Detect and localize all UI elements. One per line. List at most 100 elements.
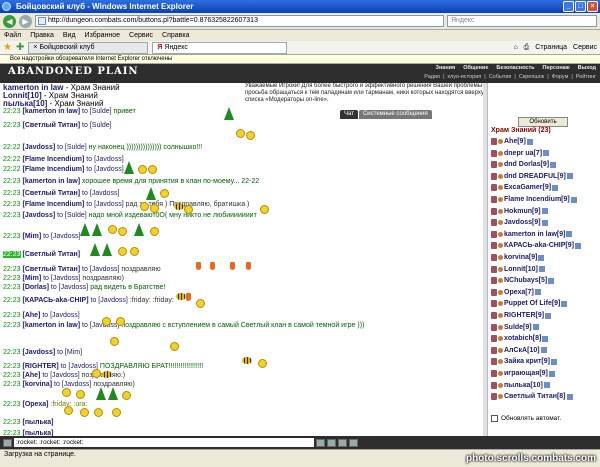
player-name[interactable]: Javdoss[9] (504, 219, 541, 226)
chat-recipient[interactable]: to [Javdoss] (51, 284, 88, 291)
chat-recipient[interactable]: to [Javdoss] (86, 166, 123, 173)
tools-menu[interactable]: Сервис (573, 44, 597, 52)
info-bar[interactable]: Все надстройки обозревателя Internet Exp… (0, 55, 600, 64)
chat-time[interactable]: 22:23 (3, 233, 21, 240)
info-icon[interactable] (526, 138, 533, 145)
game-submenu-item[interactable]: Скрепшок (519, 74, 544, 80)
chat-nick[interactable]: [Светлый Титан] (22, 122, 80, 129)
chat-time[interactable]: 22:22 (3, 156, 21, 163)
info-icon[interactable] (534, 289, 541, 296)
chat-time[interactable]: 22:23 (3, 122, 21, 129)
chat-recipient[interactable]: to [Sulde] (82, 108, 112, 115)
info-icon[interactable] (541, 208, 548, 215)
clear-icon[interactable] (327, 438, 336, 447)
player-item[interactable]: Sulde[9] (491, 323, 539, 332)
game-submenu-item[interactable]: Радио (424, 74, 440, 80)
filter-icon[interactable] (349, 438, 358, 447)
chat-input[interactable]: :rocket: :rocket: :rocket: (14, 438, 314, 447)
back-button[interactable]: ◀ (3, 14, 16, 28)
info-icon[interactable] (543, 150, 550, 157)
chat-nick[interactable]: [Светлый Титан] (22, 251, 80, 258)
chat-nick[interactable]: [Mim] (22, 275, 41, 282)
chat-time[interactable]: 22:23 (3, 212, 21, 219)
chat-nick[interactable]: [RIGHTER] (22, 363, 58, 370)
chat-nick[interactable]: [Ореха] (22, 401, 48, 408)
info-icon[interactable] (542, 335, 549, 342)
refresh-button[interactable]: Обновить (518, 117, 568, 127)
player-item[interactable]: пылька[10] (491, 381, 550, 390)
page-menu[interactable]: Страница (535, 44, 567, 52)
chat-nick[interactable]: [Ahe] (22, 312, 40, 319)
player-name[interactable]: korvina[9] (504, 254, 537, 261)
player-name[interactable]: Sulde[9] (504, 324, 532, 331)
chat-time[interactable]: 22:23 (3, 201, 21, 208)
chat-recipient[interactable]: to [Javdoss] (42, 312, 79, 319)
menu-favorites[interactable]: Избранное (85, 30, 120, 41)
player-item[interactable]: dnepr ua[7] (491, 149, 550, 158)
player-name[interactable]: Puppet Of Life[9] (504, 300, 560, 307)
player-item[interactable]: Зайка крит[9] (491, 357, 557, 366)
info-icon[interactable] (566, 231, 573, 238)
game-submenu-item[interactable]: Форум (552, 74, 569, 80)
info-icon[interactable] (566, 393, 573, 400)
chat-nick[interactable]: [Mim] (22, 233, 41, 240)
chat-nick[interactable]: [Светлый Титан] (22, 190, 80, 197)
chat-time[interactable]: 22:23 (3, 284, 21, 291)
player-item[interactable]: Ahe[9] (491, 137, 533, 146)
chat-time[interactable]: 22:23 (3, 190, 21, 197)
info-icon[interactable] (561, 300, 568, 307)
chat-nick[interactable]: [Flame Incendium] (22, 166, 84, 173)
chat-recipient[interactable]: to [Javdoss] (82, 322, 119, 329)
tab-combats[interactable]: × Бойцовский клуб (28, 41, 149, 54)
player-item[interactable]: korvina[9] (491, 253, 545, 262)
player-item[interactable]: Javdoss[9] (491, 218, 548, 227)
chat-recipient[interactable]: to [Javdoss] (86, 201, 123, 208)
game-submenu-item[interactable]: клуо-история (448, 74, 482, 80)
chat-recipient[interactable]: to [Javdoss] (82, 190, 119, 197)
player-name[interactable]: kamerton in law[9] (504, 231, 565, 238)
player-name[interactable]: xotabich[8] (504, 335, 541, 342)
chat-recipient[interactable]: to [Javdoss] (54, 381, 91, 388)
chat-recipient[interactable]: to [Javdoss] (43, 275, 80, 282)
chat-recipient[interactable]: to [Mim] (57, 349, 82, 356)
forward-button[interactable]: ▶ (19, 14, 32, 28)
tab-yandex[interactable]: Я Яндекс (152, 41, 288, 54)
chat-nick[interactable]: [Ahe] (22, 372, 40, 379)
info-icon[interactable] (570, 196, 577, 203)
info-icon[interactable] (543, 382, 550, 389)
info-icon[interactable] (566, 173, 573, 180)
player-name[interactable]: играющая[9] (504, 370, 548, 377)
player-name[interactable]: Ореха[7] (504, 289, 534, 296)
chat-recipient[interactable]: to [Javdoss] (82, 266, 119, 273)
player-item[interactable]: играющая[9] (491, 369, 555, 378)
chat-recipient[interactable]: to [Javdoss] (91, 297, 128, 304)
chat-nick[interactable]: [Flame Incendium] (22, 201, 84, 208)
chat-recipient[interactable]: to [Sulde] (82, 122, 112, 129)
player-item[interactable]: Светлый Титан[8] (491, 392, 573, 401)
print-icon[interactable]: ⎙ (524, 44, 530, 52)
chat-nick[interactable]: [Javdoss] (22, 212, 55, 219)
player-name[interactable]: Hokmun[9] (504, 208, 541, 215)
game-menu-item[interactable]: Выход (578, 65, 596, 71)
info-icon[interactable] (538, 266, 545, 273)
chat-time[interactable]: 22:23 (3, 372, 21, 379)
player-item[interactable]: NChubays[5] (491, 276, 555, 285)
chat-time[interactable]: 22:23 (3, 363, 21, 370)
game-menu-item[interactable]: Общение (463, 65, 488, 71)
menu-view[interactable]: Вид (63, 30, 76, 41)
search-input[interactable]: Яндекс (447, 15, 597, 27)
menu-edit[interactable]: Правка (30, 30, 54, 41)
chat-time[interactable]: 22:22 (3, 166, 21, 173)
chat-time[interactable]: 22:23 (3, 322, 21, 329)
chat-nick[interactable]: [пылька] (22, 419, 53, 426)
info-icon[interactable] (548, 370, 555, 377)
player-name[interactable]: Flame Incendium[9] (504, 196, 570, 203)
info-icon[interactable] (532, 324, 539, 331)
info-icon[interactable] (550, 161, 557, 168)
chat-recipient[interactable]: to [Javdoss] (61, 363, 98, 370)
close-tab-icon[interactable]: × (33, 43, 37, 53)
chat-time[interactable]: 22:22 (3, 144, 21, 151)
info-icon[interactable] (551, 358, 557, 365)
chat-recipient[interactable]: to [Sulde] (57, 212, 87, 219)
player-item[interactable]: Ореха[7] (491, 288, 541, 297)
